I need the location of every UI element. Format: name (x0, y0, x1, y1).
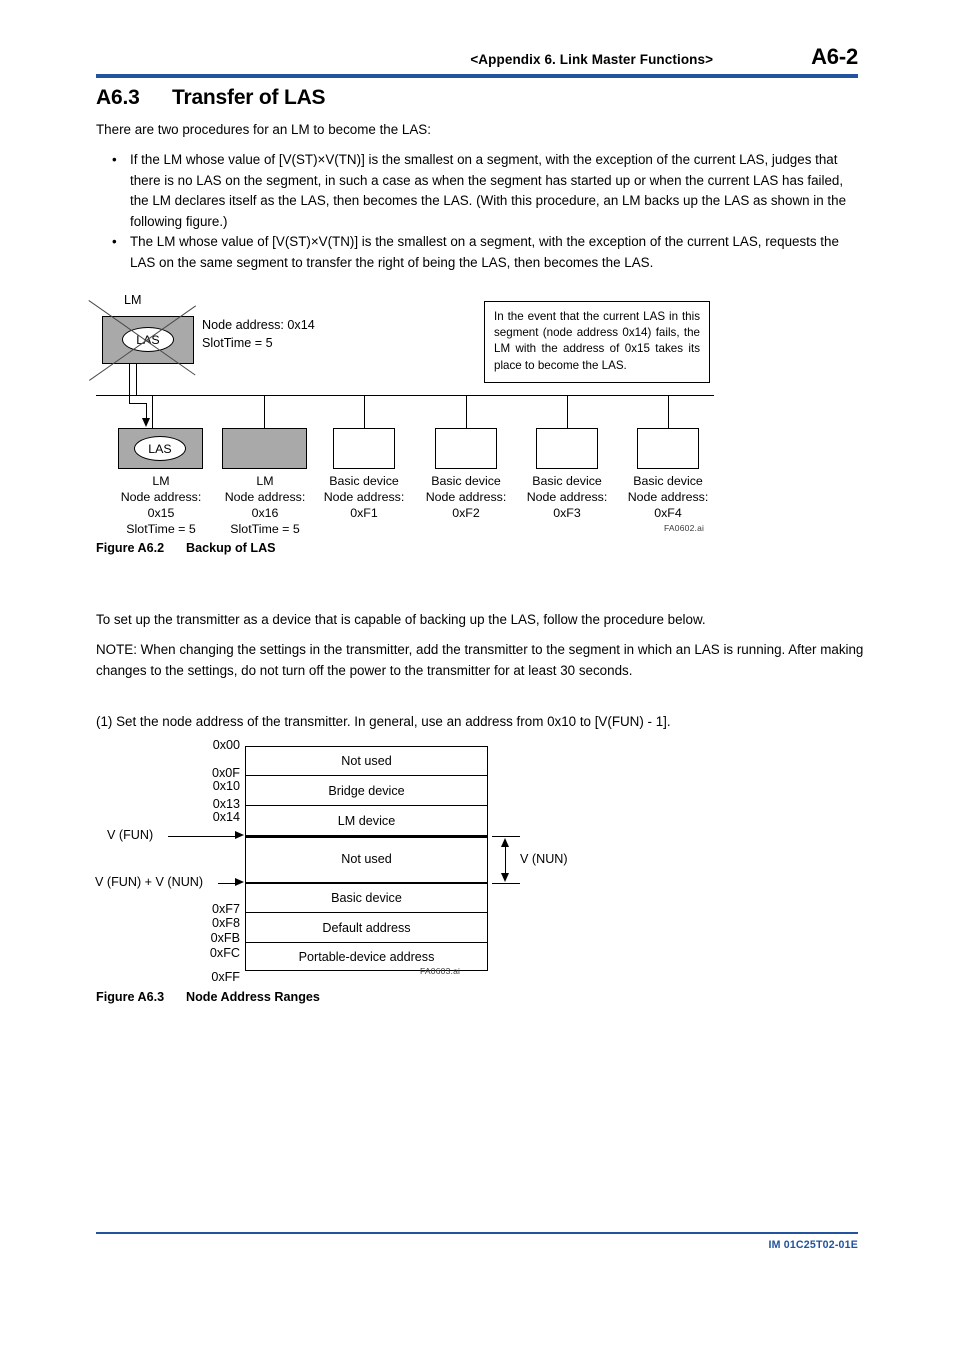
header-appendix-title: <Appendix 6. Link Master Functions> (470, 52, 714, 67)
step-1-paragraph: (1) Set the node address of the transmit… (96, 714, 671, 729)
address-range-row: LM device (245, 806, 488, 836)
address-label: 0x14 (212, 810, 240, 824)
section-number: A6.3 (96, 86, 140, 109)
vnun-arrowhead-icon (501, 838, 509, 847)
failed-device-slottime: SlotTime = 5 (202, 336, 273, 350)
address-label: 0x13 (212, 797, 240, 811)
device-box-basic-0xf2 (435, 428, 497, 469)
footer-divider (96, 1232, 858, 1234)
vfun-vnun-marker-label: V (FUN) + V (NUN) (95, 875, 204, 889)
device-drop-line (567, 395, 569, 429)
bullet-text: If the LM whose value of [V(ST)×V(TN)] i… (130, 152, 847, 229)
address-label: 0x10 (212, 779, 240, 793)
header-page-number: A6-2 (811, 44, 858, 69)
figure-caption-title: Node Address Ranges (186, 990, 320, 1004)
address-range-row: Not used (245, 836, 488, 883)
address-label: 0xF8 (212, 916, 240, 930)
device-box-basic-0xf4 (637, 428, 699, 469)
figure-file-id: FA0602.ai (664, 523, 705, 533)
document-page: <Appendix 6. Link Master Functions> A6-2… (0, 0, 954, 1350)
vfun-boundary-rule (245, 835, 488, 838)
figure-caption-id: Figure A6.2 (96, 541, 165, 555)
device-slottime: SlotTime = 5 (230, 522, 300, 536)
address-label: 0xF7 (212, 902, 240, 916)
list-item: • The LM whose value of [V(ST)×V(TN)] is… (112, 232, 860, 273)
las-transfer-arrow-segment (129, 403, 147, 405)
vfun-arrowhead-icon (235, 831, 244, 839)
vfun-vnun-arrowhead-icon (235, 878, 244, 886)
address-range-row: Not used (245, 746, 488, 776)
device-drop-line (364, 395, 366, 429)
device-drop-line (152, 395, 154, 429)
section-title: Transfer of LAS (172, 86, 326, 109)
device-las-badge: LAS (134, 436, 186, 461)
callout-note: In the event that the current LAS in thi… (484, 301, 710, 383)
address-label: 0xFC (209, 946, 240, 960)
vfun-vnun-boundary-rule (245, 882, 488, 884)
device-address-caption: Node address: (627, 490, 709, 504)
las-transfer-arrowhead-icon (142, 418, 150, 427)
device-type-label: Basic device (633, 474, 703, 488)
figure-caption-a63: Figure A6.3 Node Address Ranges (96, 990, 320, 1004)
vfun-pointer-line (168, 836, 236, 838)
figure-a63-node-address-ranges: Not used Bridge device LM device Not use… (95, 738, 696, 984)
bullet-marker-icon: • (112, 152, 117, 167)
figure-caption-title: Backup of LAS (186, 541, 276, 555)
figure-a62-backup-of-las: LM LAS Node address: 0x14 SlotTime = 5 I… (88, 288, 866, 536)
address-label: 0xFF (211, 970, 240, 984)
setup-paragraph: To set up the transmitter as a device th… (96, 612, 706, 627)
segment-bus-line (96, 395, 714, 397)
device-drop-line (466, 395, 468, 429)
bullet-marker-icon: • (112, 234, 117, 250)
note-paragraph: NOTE: When changing the settings in the … (96, 642, 864, 678)
figure-caption-id: Figure A6.3 (96, 990, 165, 1004)
las-transfer-arrow-segment (129, 364, 131, 404)
device-box-basic-0xf3 (536, 428, 598, 469)
vfun-marker-label: V (FUN) (107, 828, 154, 842)
device-drop-line (264, 395, 266, 429)
bullet-text: The LM whose value of [V(ST)×V(TN)] is t… (130, 234, 839, 270)
address-label: 0xFB (210, 931, 240, 945)
address-range-row: Bridge device (245, 776, 488, 806)
vnun-arrowhead-icon (501, 873, 509, 882)
failed-device-type-label: LM (124, 293, 142, 307)
vnun-bottom-tick (492, 883, 520, 885)
address-range-row: Basic device (245, 883, 488, 913)
address-label: 0x0F (212, 766, 240, 780)
list-item: • If the LM whose value of [V(ST)×V(TN)]… (112, 150, 860, 232)
failed-device-node-address: Node address: 0x14 (202, 318, 315, 332)
footer-document-code: IM 01C25T02-01E (768, 1239, 858, 1251)
device-box-basic-0xf1 (333, 428, 395, 469)
address-range-row: Default address (245, 913, 488, 943)
device-drop-line (668, 395, 670, 429)
figure-caption-a62: Figure A6.2 Backup of LAS (96, 541, 276, 555)
figure-file-id: FA0603.ai (420, 966, 461, 976)
device-drop-line (136, 364, 138, 395)
device-address-value: 0xF4 (654, 506, 682, 520)
page-header: <Appendix 6. Link Master Functions> A6-2 (96, 44, 858, 70)
vfun-vnun-pointer-line (218, 883, 236, 885)
header-divider (96, 74, 858, 78)
section-heading: A6.3 Transfer of LAS (96, 86, 326, 110)
device-box-lm-0x16 (222, 428, 307, 469)
address-label: 0x00 (212, 738, 240, 752)
bullet-list: • If the LM whose value of [V(ST)×V(TN)]… (112, 150, 860, 274)
intro-paragraph: There are two procedures for an LM to be… (96, 122, 431, 137)
vnun-marker-label: V (NUN) (520, 852, 568, 866)
